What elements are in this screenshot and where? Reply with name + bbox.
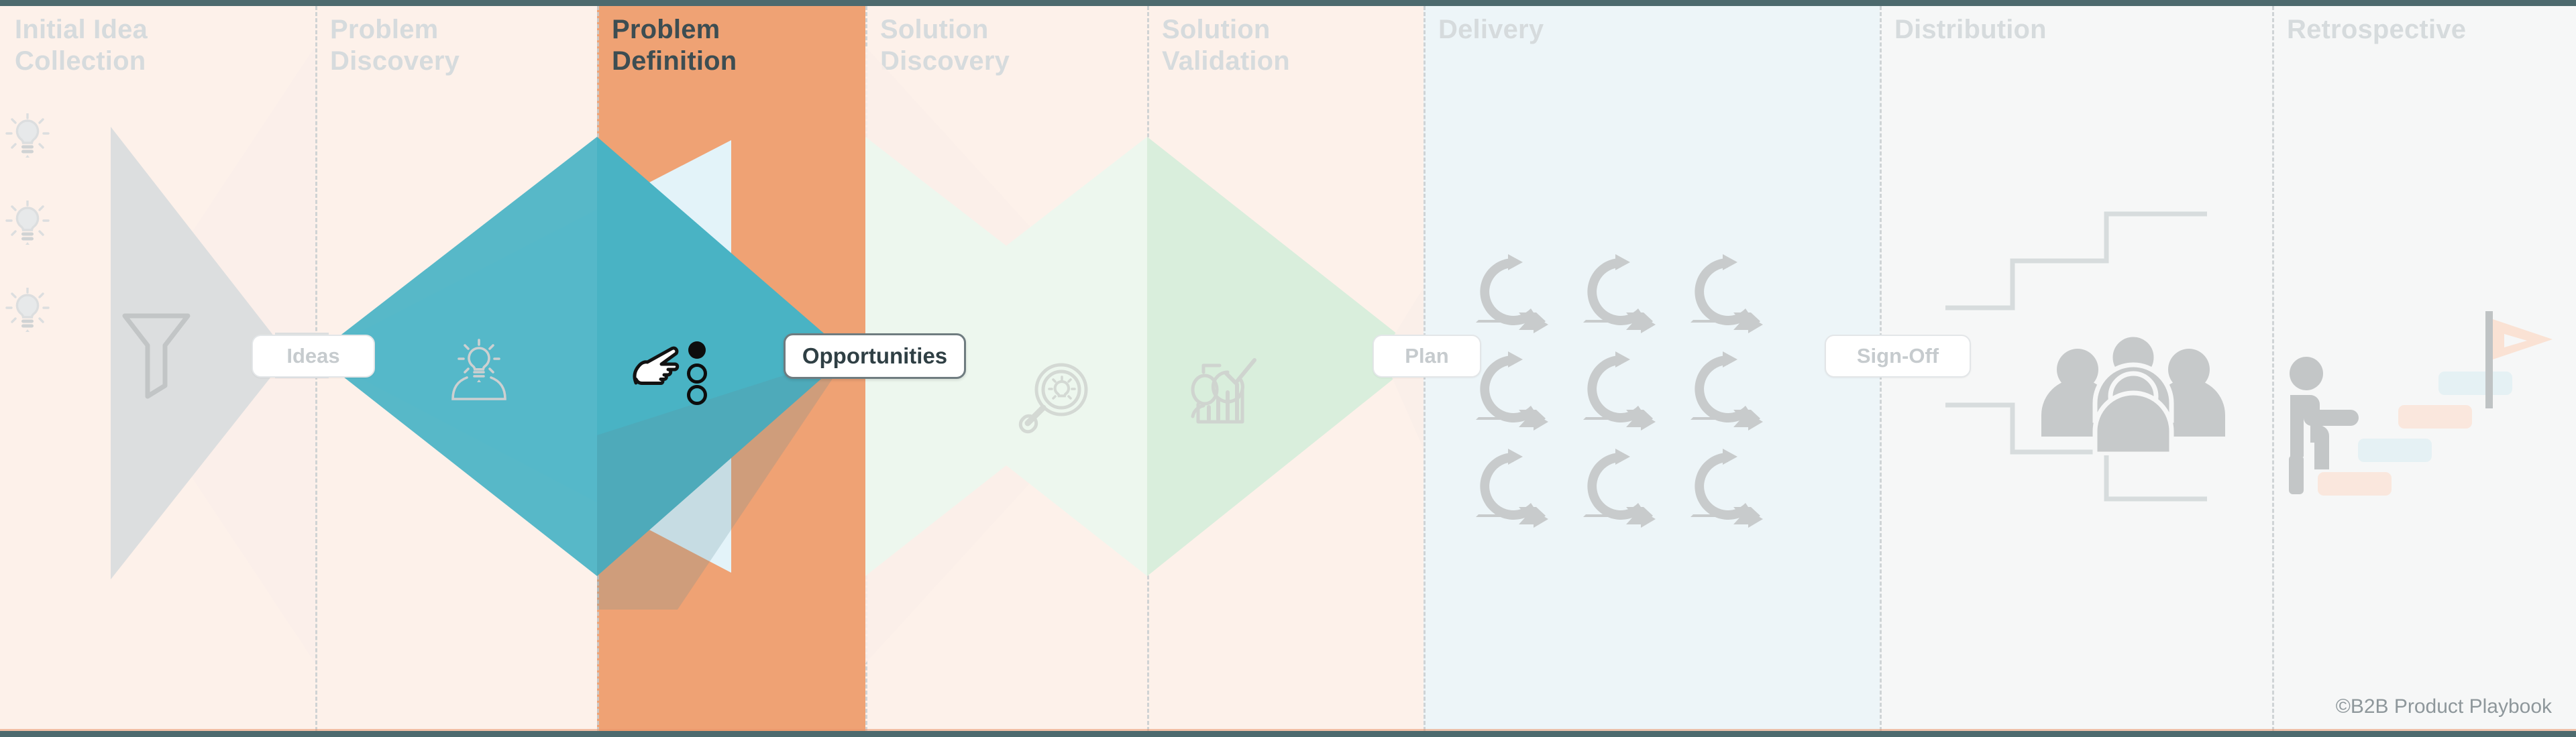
bottom-rule: [0, 731, 2576, 737]
top-rule: [0, 0, 2576, 6]
artifact-pills: Ideas Opportunities Plan Sign-Off: [0, 6, 2576, 731]
artifact-pill-plan[interactable]: Plan: [1373, 335, 1481, 378]
artifact-pill-label: Opportunities: [802, 343, 948, 368]
artifact-pill-label: Sign-Off: [1856, 344, 1939, 367]
artifact-pill-ideas[interactable]: Ideas: [252, 335, 375, 378]
artifact-pill-label: Plan: [1405, 344, 1449, 367]
artifact-pill-label: Ideas: [286, 344, 340, 367]
process-diagram-canvas: Initial Idea Collection Problem Discover…: [0, 0, 2576, 737]
copyright-credit: ©B2B Product Playbook: [2335, 695, 2552, 718]
artifact-pill-sign-off[interactable]: Sign-Off: [1825, 335, 1971, 378]
artifact-pill-opportunities[interactable]: Opportunities: [784, 333, 966, 379]
